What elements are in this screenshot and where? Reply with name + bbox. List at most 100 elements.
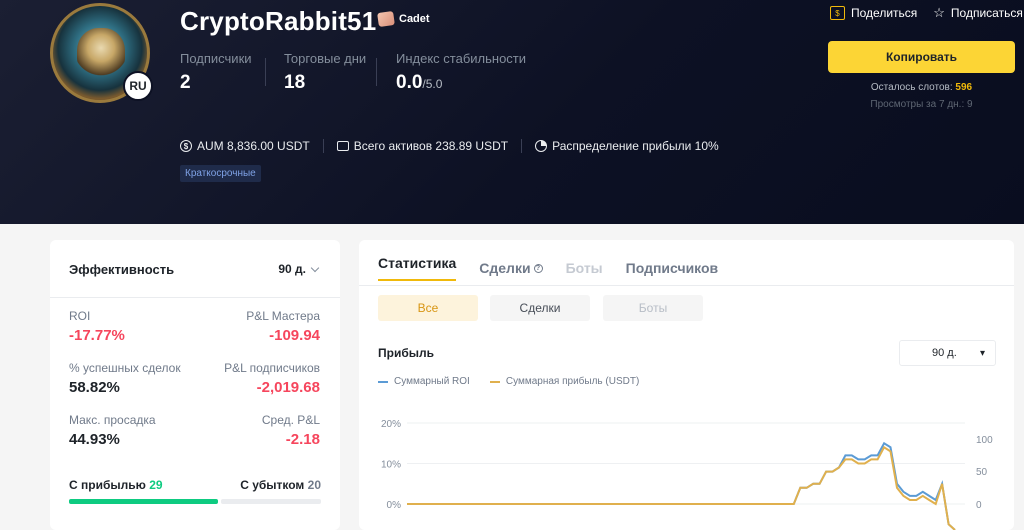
slots-value: 596 xyxy=(955,82,973,93)
slots-label: Осталось слотов: xyxy=(870,82,953,93)
y-tick-right: 0 xyxy=(976,500,982,511)
tab-trades[interactable]: Сделки? xyxy=(479,255,543,281)
stat-label: Торговые дни xyxy=(284,51,367,66)
stat-stability: Индекс стабильности 0.0/5.0 xyxy=(396,51,526,94)
period-label: 90 д. xyxy=(278,262,306,276)
metric-label: % успешных сделок xyxy=(69,361,181,375)
stat-value: 0.0/5.0 xyxy=(396,72,526,94)
slots-remaining: Осталось слотов: 596 xyxy=(828,82,1015,93)
legend-roi[interactable]: Суммарный ROI xyxy=(378,376,470,387)
profile-header: RU CryptoRabbit51 Cadet Подписчики 2 Тор… xyxy=(0,0,1024,224)
chart-period-select[interactable]: 90 д. ▾ xyxy=(899,340,996,366)
help-icon: ? xyxy=(533,263,543,273)
divider xyxy=(50,297,340,298)
level-badge: Cadet xyxy=(377,10,430,28)
tab-statistics[interactable]: Статистика xyxy=(378,255,457,281)
y-tick-left: 0% xyxy=(387,500,402,511)
dollar-icon: $ xyxy=(180,140,192,152)
loss-count: С убытком 20 xyxy=(240,478,321,492)
profit-title: Прибыль xyxy=(378,346,434,360)
info-line: $ AUM 8,836.00 USDT Всего активов 238.89 … xyxy=(180,139,719,153)
win-loss-bar xyxy=(69,499,321,504)
loss-label: С убытком xyxy=(240,478,305,492)
stat-followers: Подписчики 2 xyxy=(180,51,252,94)
stat-trading-days: Торговые дни 18 xyxy=(284,51,366,94)
metric-subscribers-pl: P&L подписчиков -2,019.68 xyxy=(224,361,320,396)
assets-item: Всего активов 238.89 USDT xyxy=(336,139,509,153)
divider xyxy=(359,285,1014,286)
strategy-tag: Краткосрочные xyxy=(180,165,261,182)
metric-label: Макс. просадка xyxy=(69,413,156,427)
segment-all[interactable]: Все xyxy=(378,295,478,321)
copy-button[interactable]: Копировать xyxy=(828,41,1015,73)
assets-text: Всего активов 238.89 USDT xyxy=(353,139,509,153)
stat-label: Подписчики xyxy=(180,51,252,66)
stat-label: Индекс стабильности xyxy=(396,51,527,66)
share-button[interactable]: $ Поделиться xyxy=(830,5,917,21)
y-tick-left: 10% xyxy=(381,460,401,471)
metric-value: -2,019.68 xyxy=(256,379,320,396)
metric-value: 44.93% xyxy=(69,431,120,448)
share-label: Поделиться xyxy=(851,6,918,20)
pie-chart-icon xyxy=(535,140,548,152)
tab-trades-label: Сделки xyxy=(479,260,531,276)
divider xyxy=(322,139,324,153)
stat-value: 2 xyxy=(180,72,191,93)
metric-master-pl: P&L Мастера -109.94 xyxy=(246,309,320,344)
views-count: Просмотры за 7 дн.: 9 xyxy=(870,99,973,110)
header-actions: $ Поделиться ☆ Подписаться xyxy=(830,5,1023,21)
metric-value: -2.18 xyxy=(285,431,320,448)
tab-bar: Статистика Сделки? Боты Подписчиков xyxy=(378,255,718,281)
y-tick-right: 100 xyxy=(976,435,993,446)
legend-profit-label: Суммарная прибыль (USDT) xyxy=(505,376,640,387)
metric-roi: ROI -17.77% xyxy=(69,309,125,344)
username: CryptoRabbit51 xyxy=(180,6,377,36)
legend-roi-label: Суммарный ROI xyxy=(394,376,470,387)
metric-win-rate: % успешных сделок 58.82% xyxy=(69,361,181,396)
metric-drawdown: Макс. просадка 44.93% xyxy=(69,413,156,448)
y-tick-right: 50 xyxy=(976,467,988,478)
tab-bots[interactable]: Боты xyxy=(566,255,603,281)
chart-legend: Суммарный ROI Суммарная прибыль (USDT) xyxy=(378,376,639,387)
level-badge-label: Cadet xyxy=(399,13,430,25)
subscribe-label: Подписаться xyxy=(950,6,1023,20)
profit-value: 29 xyxy=(149,478,163,492)
subscribe-button[interactable]: ☆ Подписаться xyxy=(933,5,1023,21)
metric-value: -17.77% xyxy=(69,327,125,344)
country-badge: RU xyxy=(123,71,153,101)
profit-count: С прибылью 29 xyxy=(69,478,163,492)
profit-share-text: Распределение прибыли 10% xyxy=(552,139,719,153)
divider xyxy=(376,58,377,86)
segment-trades[interactable]: Сделки xyxy=(490,295,590,321)
win-bar xyxy=(69,499,218,504)
metric-label: Сред. P&L xyxy=(261,413,320,427)
chart-period-label: 90 д. xyxy=(932,347,957,359)
segment-bots[interactable]: Боты xyxy=(603,295,703,321)
win-loss-row: С прибылью 29 С убытком 20 xyxy=(69,478,321,492)
metric-label: P&L подписчиков xyxy=(224,361,320,375)
avatar-image xyxy=(77,28,125,78)
period-dropdown[interactable]: 90 д. xyxy=(278,262,320,276)
loss-bar xyxy=(220,499,321,504)
cadet-icon xyxy=(377,10,395,28)
dropdown-icon: ▾ xyxy=(979,347,985,359)
performance-card: Эффективность 90 д. ROI -17.77% P&L Маст… xyxy=(50,240,340,530)
divider xyxy=(521,139,523,153)
legend-swatch xyxy=(489,380,500,383)
profit-share-item: Распределение прибыли 10% xyxy=(535,139,719,153)
legend-swatch xyxy=(378,380,388,383)
loss-value: 20 xyxy=(307,478,321,492)
profit-chart[interactable]: 20% 10% 0% 100 50 0 xyxy=(359,410,1014,530)
aum-text: AUM 8,836.00 USDT xyxy=(197,139,310,153)
tab-subscribers[interactable]: Подписчиков xyxy=(626,255,719,281)
chevron-down-icon xyxy=(310,263,320,272)
legend-profit[interactable]: Суммарная прибыль (USDT) xyxy=(489,376,640,387)
stat-value: 18 xyxy=(284,72,306,93)
aum-item: $ AUM 8,836.00 USDT xyxy=(180,139,310,153)
performance-title: Эффективность xyxy=(69,262,175,277)
divider xyxy=(265,58,266,86)
wallet-icon xyxy=(336,141,349,151)
star-icon: ☆ xyxy=(933,5,945,20)
profit-label: С прибылью xyxy=(69,478,146,492)
metric-label: ROI xyxy=(69,309,91,323)
